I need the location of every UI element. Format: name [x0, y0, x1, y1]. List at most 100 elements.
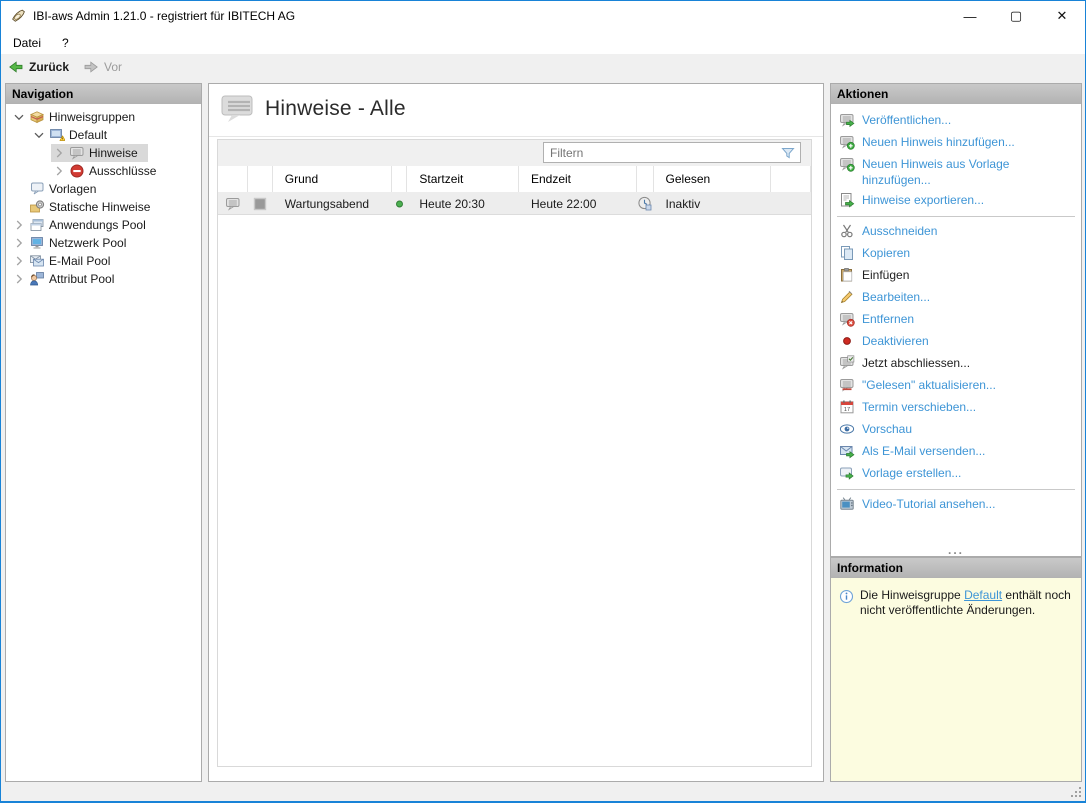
hand-pointer-icon [10, 8, 27, 25]
tree-item-label: Vorlagen [49, 182, 96, 196]
action-label: Kopieren [862, 245, 910, 261]
menu-item-[interactable]: ? [53, 33, 78, 53]
information-text-before: Die Hinweisgruppe [860, 588, 964, 602]
page-title: Hinweise - Alle [265, 97, 406, 121]
action-ausschneiden[interactable]: Ausschneiden [837, 221, 1081, 243]
update-read-icon [839, 377, 855, 393]
tree-item-label: Hinweisgruppen [49, 110, 135, 124]
chevron-right-icon[interactable] [11, 271, 27, 287]
action-jetzt-abschliessen: Jetzt abschliessen... [837, 353, 1081, 375]
content-area: Navigation Hinweisgruppen Default Hinweise… [1, 79, 1085, 784]
action-als-e-mail-versenden[interactable]: Als E-Mail versenden... [837, 441, 1081, 463]
resize-grip[interactable] [1070, 786, 1083, 799]
action-label: Deaktivieren [862, 333, 929, 349]
tree-item-anwendungs-pool[interactable]: Anwendungs Pool [6, 216, 201, 234]
action-veröffentlichen[interactable]: Veröffentlichen... [837, 110, 1081, 132]
tree-item-ausschlüsse[interactable]: Ausschlüsse [6, 162, 201, 180]
deactivate-dot-icon [839, 333, 855, 349]
navigation-tree: Hinweisgruppen Default HinweiseAusschlüsse… [6, 104, 201, 288]
chevron-right-icon[interactable] [51, 145, 67, 161]
tree-item-hinweise[interactable]: Hinweise [6, 144, 201, 162]
action-label: Termin verschieben... [862, 399, 976, 415]
action-bearbeiten[interactable]: Bearbeiten... [837, 287, 1081, 309]
note-bubble-icon [69, 145, 85, 161]
action-label: Vorlage erstellen... [862, 465, 961, 481]
export-icon [839, 192, 855, 208]
tree-item-e-mail-pool[interactable]: E-Mail Pool [6, 252, 201, 270]
back-button[interactable]: Zurück [1, 57, 76, 77]
column-header-grund[interactable]: Grund [273, 166, 393, 192]
tree-item-default[interactable]: Default [6, 126, 201, 144]
action-vorlage-erstellen[interactable]: Vorlage erstellen... [837, 463, 1081, 485]
static-hint-icon [29, 199, 45, 215]
actions-overflow-dots[interactable]: ... [831, 546, 1081, 554]
column-header-gelesen[interactable]: Gelesen [654, 166, 772, 192]
column-header-icon[interactable] [771, 166, 811, 192]
column-header-icon[interactable] [392, 166, 407, 192]
action-termin-verschieben[interactable]: 17 Termin verschieben... [837, 397, 1081, 419]
note-bubble-large-icon [220, 93, 254, 125]
filter-input[interactable] [544, 146, 780, 160]
action-entfernen[interactable]: Entfernen [837, 309, 1081, 331]
close-button[interactable]: ✕ [1039, 1, 1085, 31]
publish-icon [839, 112, 855, 128]
table-row[interactable]: WartungsabendHeute 20:30Heute 22:00Inakt… [218, 192, 811, 215]
tree-item-attribut-pool[interactable]: Attribut Pool [6, 270, 201, 288]
tree-item-label: Default [69, 128, 107, 142]
column-header-startzeit[interactable]: Startzeit [407, 166, 519, 192]
action-einfügen: Einfügen [837, 265, 1081, 287]
chevron-down-icon[interactable] [11, 109, 27, 125]
title-bar: IBI-aws Admin 1.21.0 - registriert für I… [1, 1, 1085, 31]
preview-eye-icon [839, 421, 855, 437]
tree-item-netzwerk-pool[interactable]: Netzwerk Pool [6, 234, 201, 252]
navigation-panel: Navigation Hinweisgruppen Default Hinweise… [5, 83, 202, 782]
column-header-icon[interactable] [637, 166, 654, 192]
actions-separator [837, 216, 1075, 217]
edit-pencil-icon [839, 289, 855, 305]
action-label: Vorschau [862, 421, 912, 437]
navigation-header: Navigation [6, 84, 201, 104]
create-template-icon [839, 465, 855, 481]
cell-green-dot-icon [392, 192, 407, 215]
chevron-spacer [11, 181, 27, 197]
chevron-right-icon[interactable] [11, 235, 27, 251]
tree-item-vorlagen[interactable]: Vorlagen [6, 180, 201, 198]
action-deaktivieren[interactable]: Deaktivieren [837, 331, 1081, 353]
default-group-link[interactable]: Default [964, 588, 1002, 602]
app-window: IBI-aws Admin 1.21.0 - registriert für I… [0, 0, 1086, 803]
action-hinweise-exportieren[interactable]: Hinweise exportieren... [837, 190, 1081, 212]
chevron-right-icon[interactable] [51, 163, 67, 179]
calendar-icon: 17 [839, 399, 855, 415]
tree-item-hinweisgruppen[interactable]: Hinweisgruppen [6, 108, 201, 126]
chevron-right-icon[interactable] [11, 253, 27, 269]
action-video-tutorial-ansehen[interactable]: Video-Tutorial ansehen... [837, 494, 1081, 516]
column-header-icon[interactable] [248, 166, 273, 192]
copy-icon [839, 245, 855, 261]
chevron-right-icon[interactable] [11, 217, 27, 233]
send-email-icon [839, 443, 855, 459]
group-warning-icon [49, 127, 65, 143]
menu-item-datei[interactable]: Datei [4, 33, 50, 53]
column-header-endzeit[interactable]: Endzeit [519, 166, 637, 192]
filter-funnel-icon[interactable] [780, 145, 796, 161]
cell-note-bubble-icon [218, 192, 248, 215]
chevron-down-icon[interactable] [31, 127, 47, 143]
hint-group-box-icon [29, 109, 45, 125]
action-label: Hinweise exportieren... [862, 192, 984, 208]
action-label: Ausschneiden [862, 223, 937, 239]
action-neuen-hinweis-hinzufügen[interactable]: Neuen Hinweis hinzufügen... [837, 132, 1081, 154]
maximize-button[interactable]: ▢ [993, 1, 1039, 31]
toolbar: Zurück Vor [1, 54, 1085, 79]
forward-arrow-icon [83, 59, 99, 75]
tree-item-statische-hinweise[interactable]: Statische Hinweise [6, 198, 201, 216]
action-kopieren[interactable]: Kopieren [837, 243, 1081, 265]
hints-table: Grund StartzeitEndzeit Gelesen Wartungsabe… [217, 139, 812, 767]
tree-item-label: Anwendungs Pool [49, 218, 146, 232]
action-gelesen-aktualisieren[interactable]: "Gelesen" aktualisieren... [837, 375, 1081, 397]
action-label: Veröffentlichen... [862, 112, 951, 128]
clock-inactive-icon [637, 196, 653, 212]
minimize-button[interactable]: — [947, 1, 993, 31]
column-header-icon[interactable] [218, 166, 248, 192]
action-neuen-hinweis-aus-vorlage-hinzufügen[interactable]: Neuen Hinweis aus Vorlage hinzufügen... [837, 154, 1081, 190]
action-vorschau[interactable]: Vorschau [837, 419, 1081, 441]
